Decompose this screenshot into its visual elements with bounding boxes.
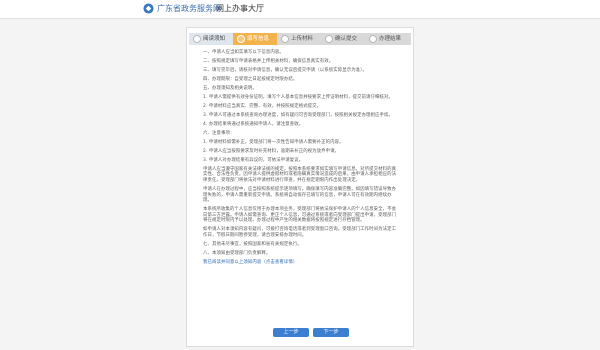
step-label: 确认提交 [335, 36, 358, 42]
step-dot-icon [281, 35, 289, 43]
notice-paragraph: 2. 申请人应当按照要求及时补充材料，逾期未补正的视为放弃申请。 [203, 148, 340, 154]
top-bar: 广东省政务服务网 网上办事大厅 [0, 0, 600, 19]
step-3: 上传材料 [277, 33, 321, 45]
notice-paragraph: 3. 申请人可通过本系统查询办理进度，如有疑问可咨询受理部门，按照相关规定办理相… [203, 112, 394, 118]
notice-paragraph: 本系统所收集的个人信息仅用于办理本项业务，受理部门将依法保护申请人的个人信息安全… [203, 207, 397, 224]
notice-paragraph: 七、其他未尽事宜，按照国家和省有关规定执行。 [203, 241, 302, 247]
step-4: 确认提交 [321, 33, 365, 45]
step-label: 办理结果 [379, 36, 402, 42]
notice-paragraph: 申请人在办理过程中，应当按照系统提示逐项填写，确保填写内容准确完整。如因填写错误… [203, 186, 397, 204]
step-1: 阅读须知 [189, 33, 233, 45]
notice-content: 一、申请人应当如实填写以下信息内容。 二、按照规定填写申请表格并上传相关材料，确… [203, 50, 399, 269]
notice-paragraph: 如申请人对本须知内容有疑问，可拨打咨询电话或者到受理窗口咨询。受理部门工作时间为… [203, 227, 397, 238]
agreement-link[interactable]: 我已阅读并同意以上须知内容（点击查看详情） [203, 260, 399, 266]
notice-paragraph: 3. 申请人对办理结果有异议的，可依法申请复议。 [203, 157, 304, 163]
next-button[interactable]: 下一步 [313, 328, 349, 337]
progress-steps: 阅读须知 填写信息 上传材料 确认提交 办理结果 [187, 33, 413, 45]
notice-paragraph: 八、本须知由受理部门负责解释。 [203, 250, 271, 256]
step-dot-icon [325, 35, 333, 43]
notice-paragraph: 二、按照规定填写申请表格并上传相关材料，确保信息真实有效。 [203, 58, 334, 64]
notice-paragraph: 4. 办理结果将通过系统通知申请人，请注意查收。 [203, 121, 304, 127]
step-label: 阅读须知 [203, 36, 226, 42]
site-brand[interactable]: 广东省政务服务网 [157, 3, 221, 14]
step-dot-icon [193, 35, 201, 43]
notice-paragraph: 2. 申请材料应当真实、完整、有效，并按照规定格式提交。 [203, 103, 322, 109]
step-label: 上传材料 [291, 36, 314, 42]
notice-paragraph: 六、注意事项： [203, 130, 235, 136]
notice-paragraph: 申请人应当遵守国家有关法律法规的规定，按照本系统要求如实填写申请信息，对所提交材… [203, 166, 397, 183]
step-label: 填写信息 [247, 36, 270, 42]
step-dot-icon [369, 35, 377, 43]
step-5: 办理结果 [365, 33, 411, 45]
header-divider [210, 4, 211, 14]
notice-paragraph: 三、填写完毕后，请核对申请信息，确认无误后提交申请（以系统实际显示为准）。 [203, 67, 367, 73]
notice-paragraph: 1. 申请人需提供有效身份证明，填写个人基本信息并按要求上传证明材料，提交前请仔… [203, 94, 394, 100]
step-dot-icon [237, 35, 245, 43]
notice-paragraph: 一、申请人应当如实填写以下信息内容。 [203, 50, 284, 55]
page-subtitle: 网上办事大厅 [216, 4, 264, 13]
prev-button[interactable]: 上一步 [273, 328, 309, 337]
notice-paragraph: 1. 申请材料如需补正，受理部门将一次性告知申请人需要补正的内容。 [203, 139, 344, 145]
step-2: 填写信息 [233, 33, 277, 45]
form-panel: 阅读须知 填写信息 上传材料 确认提交 办理结果 一、申请人应当如实填写以下信息… [186, 27, 414, 347]
notice-paragraph: 五、办理须知及相关说明。 [203, 85, 257, 91]
logo-icon [143, 3, 154, 14]
notice-paragraph: 四、办理期限：自受理之日起按规定时限办结。 [203, 76, 298, 82]
